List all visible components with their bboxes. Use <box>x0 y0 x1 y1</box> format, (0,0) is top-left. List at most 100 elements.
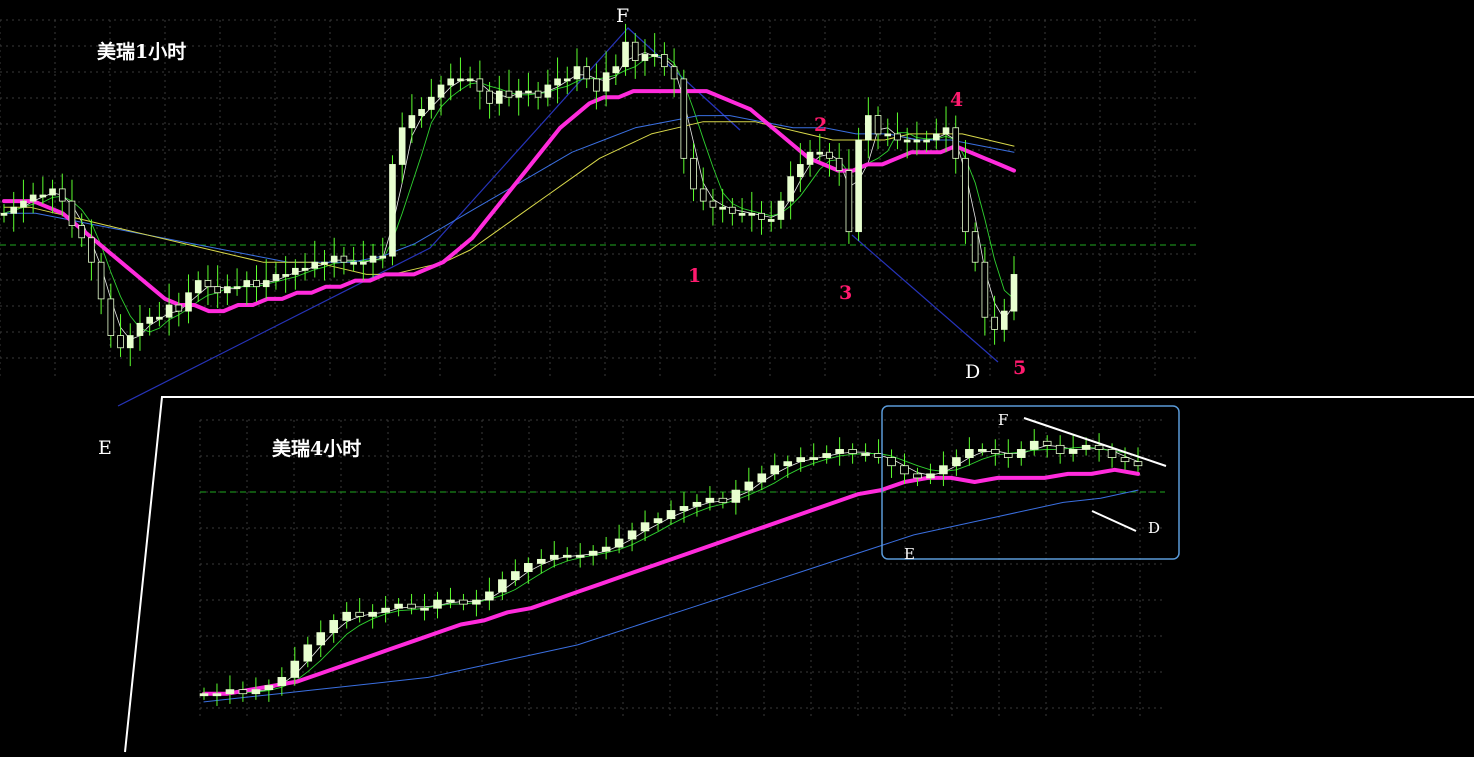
candle-body <box>816 151 824 155</box>
grid-1h <box>0 19 1200 380</box>
candle-body <box>932 133 940 141</box>
candle-body <box>117 335 124 349</box>
candle-body <box>447 78 455 86</box>
candle-body <box>457 78 464 82</box>
candle-body <box>787 176 794 202</box>
candle-body <box>1042 440 1052 446</box>
candle-body <box>670 66 678 80</box>
candle-body <box>887 457 896 467</box>
candle-body <box>971 231 979 263</box>
candle-body <box>692 501 702 507</box>
candle-body <box>88 237 95 263</box>
candle-body <box>427 96 435 110</box>
candle-body <box>767 219 775 222</box>
candle-body <box>923 139 930 143</box>
candle-body <box>342 611 351 621</box>
candle-body <box>991 316 998 330</box>
candle-body <box>738 212 746 216</box>
candle-body <box>612 66 620 74</box>
candle-body <box>407 603 416 609</box>
candle-body <box>653 518 663 524</box>
candle-body <box>709 200 717 208</box>
candle-body <box>466 78 474 82</box>
candle-body <box>718 497 728 503</box>
candle-body <box>797 164 804 178</box>
candle-body <box>822 453 831 458</box>
candle-body <box>588 550 598 556</box>
candle-body <box>666 510 676 520</box>
candle-body <box>865 115 872 141</box>
candle-body <box>505 90 513 98</box>
wave-label-4: 4 <box>950 89 963 111</box>
candle-body <box>952 127 960 159</box>
candle-body <box>29 194 37 202</box>
candle-body <box>1055 444 1065 454</box>
candle-body <box>126 335 134 349</box>
candle-body <box>262 280 270 288</box>
candle-body <box>472 599 481 605</box>
candle-body <box>212 693 222 697</box>
candle-body <box>729 206 736 214</box>
wave-label-1: 1 <box>688 265 701 287</box>
candle-body <box>498 579 507 593</box>
grid-4h <box>199 419 1165 720</box>
candle-body <box>0 212 8 216</box>
candle-body <box>562 554 572 558</box>
candle-body <box>243 280 251 288</box>
candle-body <box>58 188 66 202</box>
candle-body <box>631 41 639 61</box>
ma-yellow-line <box>3 121 1015 275</box>
pattern-label-f-1h: F <box>616 5 629 27</box>
pattern-label-d-1h: D <box>965 361 980 383</box>
candle-body <box>1016 449 1026 458</box>
candle-body <box>311 261 319 269</box>
candle-body <box>277 677 287 686</box>
candle-body <box>524 563 533 572</box>
candle-body <box>757 473 767 483</box>
chart-1h: 美瑞1小时 F E D 1 2 3 4 5 <box>0 5 1200 459</box>
candle-body <box>1107 449 1117 458</box>
candle-body <box>601 546 611 552</box>
candle-body <box>495 90 503 104</box>
candle-body <box>874 115 882 135</box>
candle-body <box>165 304 173 318</box>
candle-body <box>238 689 248 695</box>
candle-body <box>536 558 546 564</box>
candle-body <box>835 157 843 171</box>
candle-body <box>360 261 367 265</box>
candle-body <box>225 689 235 695</box>
candle-body <box>1000 310 1008 330</box>
candle-body <box>705 497 715 503</box>
candle-body <box>900 465 909 475</box>
candle-body <box>573 66 581 80</box>
wave-label-2: 2 <box>814 114 827 136</box>
candle-body <box>554 78 561 86</box>
chart-4h: 美瑞4小时 F E D <box>199 405 1180 720</box>
candle-body <box>398 127 406 165</box>
candle-body <box>381 607 390 613</box>
candle-body <box>690 157 697 190</box>
candle-body <box>107 298 115 336</box>
candle-body <box>796 457 806 463</box>
candle-body <box>316 632 326 646</box>
candle-body <box>39 194 47 198</box>
candle-body <box>848 449 857 454</box>
candle-body <box>913 139 921 143</box>
candle-body <box>224 286 231 294</box>
candle-body <box>156 316 163 320</box>
candle-body <box>408 115 416 129</box>
pattern-label-d-4h: D <box>1148 519 1160 537</box>
wave-label-5: 5 <box>1013 357 1026 379</box>
candle-body <box>199 693 209 697</box>
candle-body <box>661 54 668 68</box>
candle-body <box>991 449 1000 454</box>
candle-body <box>758 212 765 220</box>
candle-body <box>1010 274 1018 312</box>
ma-green-line <box>203 446 1139 695</box>
candle-body <box>321 261 328 265</box>
candle-body <box>264 685 274 691</box>
candle-body <box>251 689 261 695</box>
candle-body <box>744 481 754 491</box>
candle-body <box>903 139 911 143</box>
candle-body <box>583 66 591 80</box>
